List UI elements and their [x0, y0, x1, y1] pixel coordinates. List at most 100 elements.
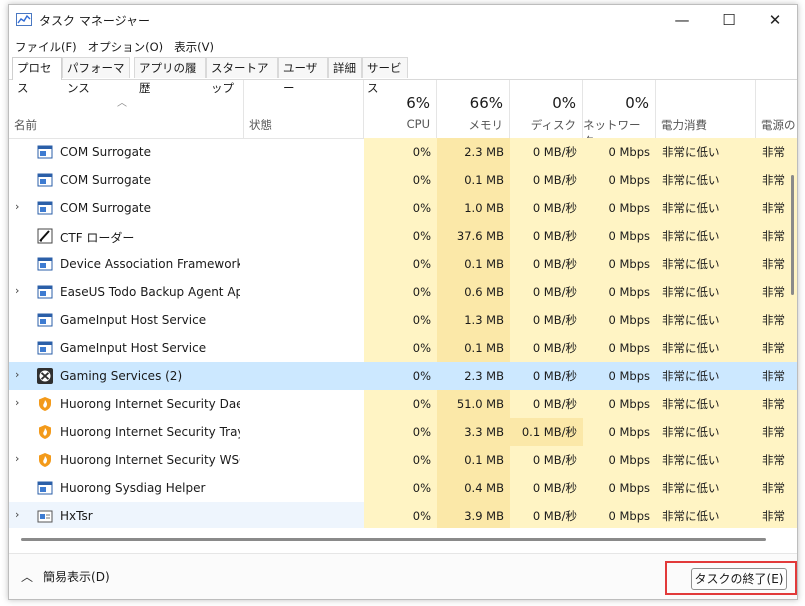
expand-chevron-icon[interactable]: › — [15, 201, 25, 213]
service-window-icon — [37, 172, 53, 188]
expand-chevron-icon[interactable] — [15, 425, 25, 437]
horizontal-scrollbar[interactable] — [9, 535, 781, 545]
process-row[interactable]: CTF ローダー 0% 37.6 MB 0 MB/秒 0 Mbps 非常に低い … — [9, 222, 797, 250]
xbox-icon — [37, 368, 53, 384]
column-header-row: ︿ 名前 状態 6% CPU 66% メモリ 0% ディスク 0% ネットワーク — [9, 80, 797, 148]
process-memory: 37.6 MB — [437, 222, 510, 250]
service-window-icon — [37, 480, 53, 496]
process-power: 非常に低い — [656, 390, 756, 418]
title-bar[interactable]: タスク マネージャー — ☐ ✕ — [9, 5, 797, 35]
footer-bar: ︿ 簡易表示(D) タスクの終了(E) — [9, 553, 797, 599]
process-cpu: 0% — [364, 166, 437, 194]
end-task-button[interactable]: タスクの終了(E) — [691, 568, 787, 590]
process-row[interactable]: COM Surrogate 0% 0.1 MB 0 MB/秒 0 Mbps 非常… — [9, 166, 797, 194]
process-network: 0 Mbps — [583, 390, 656, 418]
process-disk: 0 MB/秒 — [510, 474, 583, 502]
chevron-up-icon: ︿ — [21, 570, 34, 584]
close-button[interactable]: ✕ — [752, 5, 797, 35]
tab-performance[interactable]: パフォーマンス — [62, 57, 130, 95]
process-row[interactable]: COM Surrogate 0% 2.3 MB 0 MB/秒 0 Mbps 非常… — [9, 138, 797, 166]
expand-chevron-icon[interactable]: › — [15, 369, 25, 381]
process-status — [244, 446, 364, 474]
process-row[interactable]: GameInput Host Service 0% 0.1 MB 0 MB/秒 … — [9, 334, 797, 362]
column-cpu-label: CPU — [406, 117, 430, 131]
process-row[interactable]: › COM Surrogate 0% 1.0 MB 0 MB/秒 0 Mbps … — [9, 194, 797, 222]
vertical-scroll-thumb[interactable] — [791, 175, 794, 295]
process-memory: 51.0 MB — [437, 390, 510, 418]
task-manager-app-icon — [16, 13, 32, 26]
tab-services[interactable]: サービス — [362, 57, 408, 95]
process-memory: 0.1 MB — [437, 334, 510, 362]
process-status — [244, 166, 364, 194]
tab-processes[interactable]: プロセス — [12, 57, 62, 95]
process-network: 0 Mbps — [583, 418, 656, 446]
process-cpu: 0% — [364, 390, 437, 418]
process-disk: 0 MB/秒 — [532, 369, 577, 383]
horizontal-scroll-thumb[interactable] — [21, 538, 766, 541]
process-row[interactable]: Device Association Framework ... 0% 0.1 … — [9, 250, 797, 278]
process-row[interactable]: Huorong Sysdiag Helper 0% 0.4 MB 0 MB/秒 … — [9, 474, 797, 502]
process-name: COM Surrogate — [60, 145, 152, 159]
fewer-details-link[interactable]: ︿ 簡易表示(D) — [21, 568, 110, 585]
process-power: 非常に低い — [656, 194, 756, 222]
process-name: Gaming Services (2) — [60, 369, 183, 383]
process-row[interactable]: Huorong Internet Security Tray (... 0% 3… — [9, 418, 797, 446]
vertical-scrollbar[interactable] — [787, 80, 797, 528]
expand-chevron-icon[interactable] — [15, 173, 25, 185]
process-memory: 0.6 MB — [437, 278, 510, 306]
expand-chevron-icon[interactable] — [15, 313, 25, 325]
expand-chevron-icon[interactable]: › — [15, 453, 25, 465]
process-memory: 3.3 MB — [437, 418, 510, 446]
menu-file[interactable]: ファイル(F) — [9, 35, 82, 55]
column-cpu[interactable]: 6% CPU — [364, 80, 437, 138]
process-row[interactable]: › Huorong Internet Security Dae... 0% 51… — [9, 390, 797, 418]
disk-total-pct: 0% — [552, 94, 576, 112]
minimize-button[interactable]: — — [659, 5, 705, 35]
process-disk: 0.1 MB/秒 — [510, 418, 583, 446]
process-disk: 0 MB/秒 — [510, 222, 583, 250]
tab-details[interactable]: 詳細 — [328, 57, 362, 78]
process-row[interactable]: › Huorong Internet Security WSC ... 0% 0… — [9, 446, 797, 474]
process-cpu: 0% — [364, 250, 437, 278]
process-name: EaseUS Todo Backup Agent App... — [60, 285, 240, 299]
tab-app-history[interactable]: アプリの履歴 — [134, 57, 206, 95]
maximize-button[interactable]: ☐ — [706, 5, 752, 35]
process-row[interactable]: › HxTsr 0% 3.9 MB 0 MB/秒 0 Mbps 非常に低い 非常 — [9, 502, 797, 528]
tab-startup[interactable]: スタートアップ — [206, 57, 278, 95]
process-memory: 2.3 MB — [464, 369, 504, 383]
process-memory: 2.3 MB — [437, 138, 510, 166]
expand-chevron-icon[interactable] — [15, 145, 25, 157]
menu-view[interactable]: 表示(V) — [168, 35, 219, 55]
menu-options[interactable]: オプション(O) — [82, 35, 169, 55]
column-disk-label: ディスク — [530, 118, 576, 132]
process-power: 非常に低い — [656, 306, 756, 334]
process-row[interactable]: GameInput Host Service 0% 1.3 MB 0 MB/秒 … — [9, 306, 797, 334]
process-power: 非常に低い — [656, 334, 756, 362]
tab-users[interactable]: ユーザー — [278, 57, 328, 95]
column-network[interactable]: 0% ネットワーク — [583, 80, 656, 148]
process-cpu: 0% — [364, 278, 437, 306]
column-power[interactable]: 電力消費 — [656, 80, 756, 138]
process-power: 非常に低い — [656, 502, 756, 528]
column-disk[interactable]: 0% ディスク — [510, 80, 583, 138]
expand-chevron-icon[interactable]: › — [15, 509, 25, 521]
expand-chevron-icon[interactable]: › — [15, 397, 25, 409]
process-row[interactable]: › Gaming Services (2) 0% 2.3 MB 0 MB/秒 0… — [9, 362, 797, 390]
hxtsr-window-icon — [37, 508, 53, 524]
process-disk: 0 MB/秒 — [510, 194, 583, 222]
expand-chevron-icon[interactable]: › — [15, 285, 25, 297]
process-cpu: 0% — [364, 306, 437, 334]
process-name: Huorong Sysdiag Helper — [60, 481, 206, 495]
expand-chevron-icon[interactable] — [15, 229, 25, 241]
expand-chevron-icon[interactable] — [15, 257, 25, 269]
column-name[interactable]: ︿ 名前 — [9, 80, 244, 138]
process-row[interactable]: › EaseUS Todo Backup Agent App... 0% 0.6… — [9, 278, 797, 306]
column-status[interactable]: 状態 — [244, 80, 364, 138]
expand-chevron-icon[interactable] — [15, 481, 25, 493]
column-memory[interactable]: 66% メモリ — [437, 80, 510, 138]
process-power: 非常に低い — [656, 418, 756, 446]
process-network: 0 Mbps — [583, 194, 656, 222]
process-name: Device Association Framework ... — [60, 257, 240, 271]
expand-chevron-icon[interactable] — [15, 341, 25, 353]
process-disk: 0 MB/秒 — [510, 502, 583, 528]
